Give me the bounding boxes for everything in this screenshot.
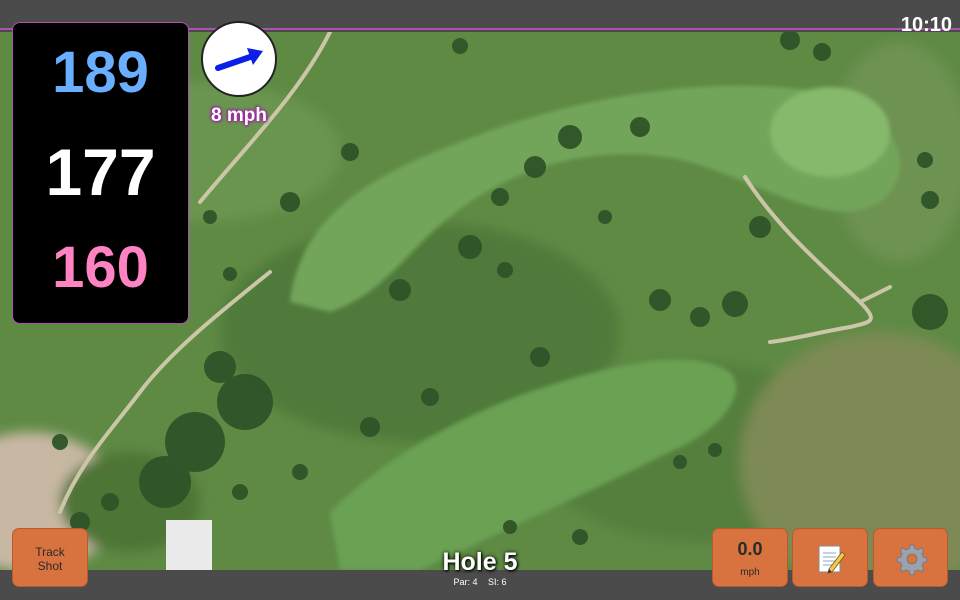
track-shot-label-line1: Track (35, 545, 65, 559)
track-shot-button[interactable]: Track Shot (12, 528, 88, 587)
hole-stroke-index: SI: 6 (488, 577, 507, 587)
speed-value: 0.0 (737, 539, 763, 559)
distance-middle: 177 (45, 135, 156, 209)
hole-info: Par: 4 SI: 6 (380, 577, 580, 587)
speed-button[interactable]: 0.0 mph (712, 528, 788, 587)
notepad-icon (818, 545, 846, 574)
distance-back: 189 (52, 40, 149, 105)
gear-icon (896, 544, 928, 575)
distance-panel: 189 177 160 (12, 22, 189, 324)
track-shot-label-line2: Shot (37, 559, 63, 573)
wind-speed-label: 8 mph (211, 105, 267, 126)
speed-unit: mph (740, 567, 760, 578)
hole-par: Par: 4 (453, 577, 478, 587)
hole-title: Hole 5 (442, 548, 518, 576)
wind-arrow-icon (215, 48, 263, 71)
distance-front: 160 (52, 235, 149, 300)
notes-button[interactable] (792, 528, 868, 587)
wind-indicator (201, 21, 277, 97)
settings-button[interactable] (873, 528, 948, 587)
